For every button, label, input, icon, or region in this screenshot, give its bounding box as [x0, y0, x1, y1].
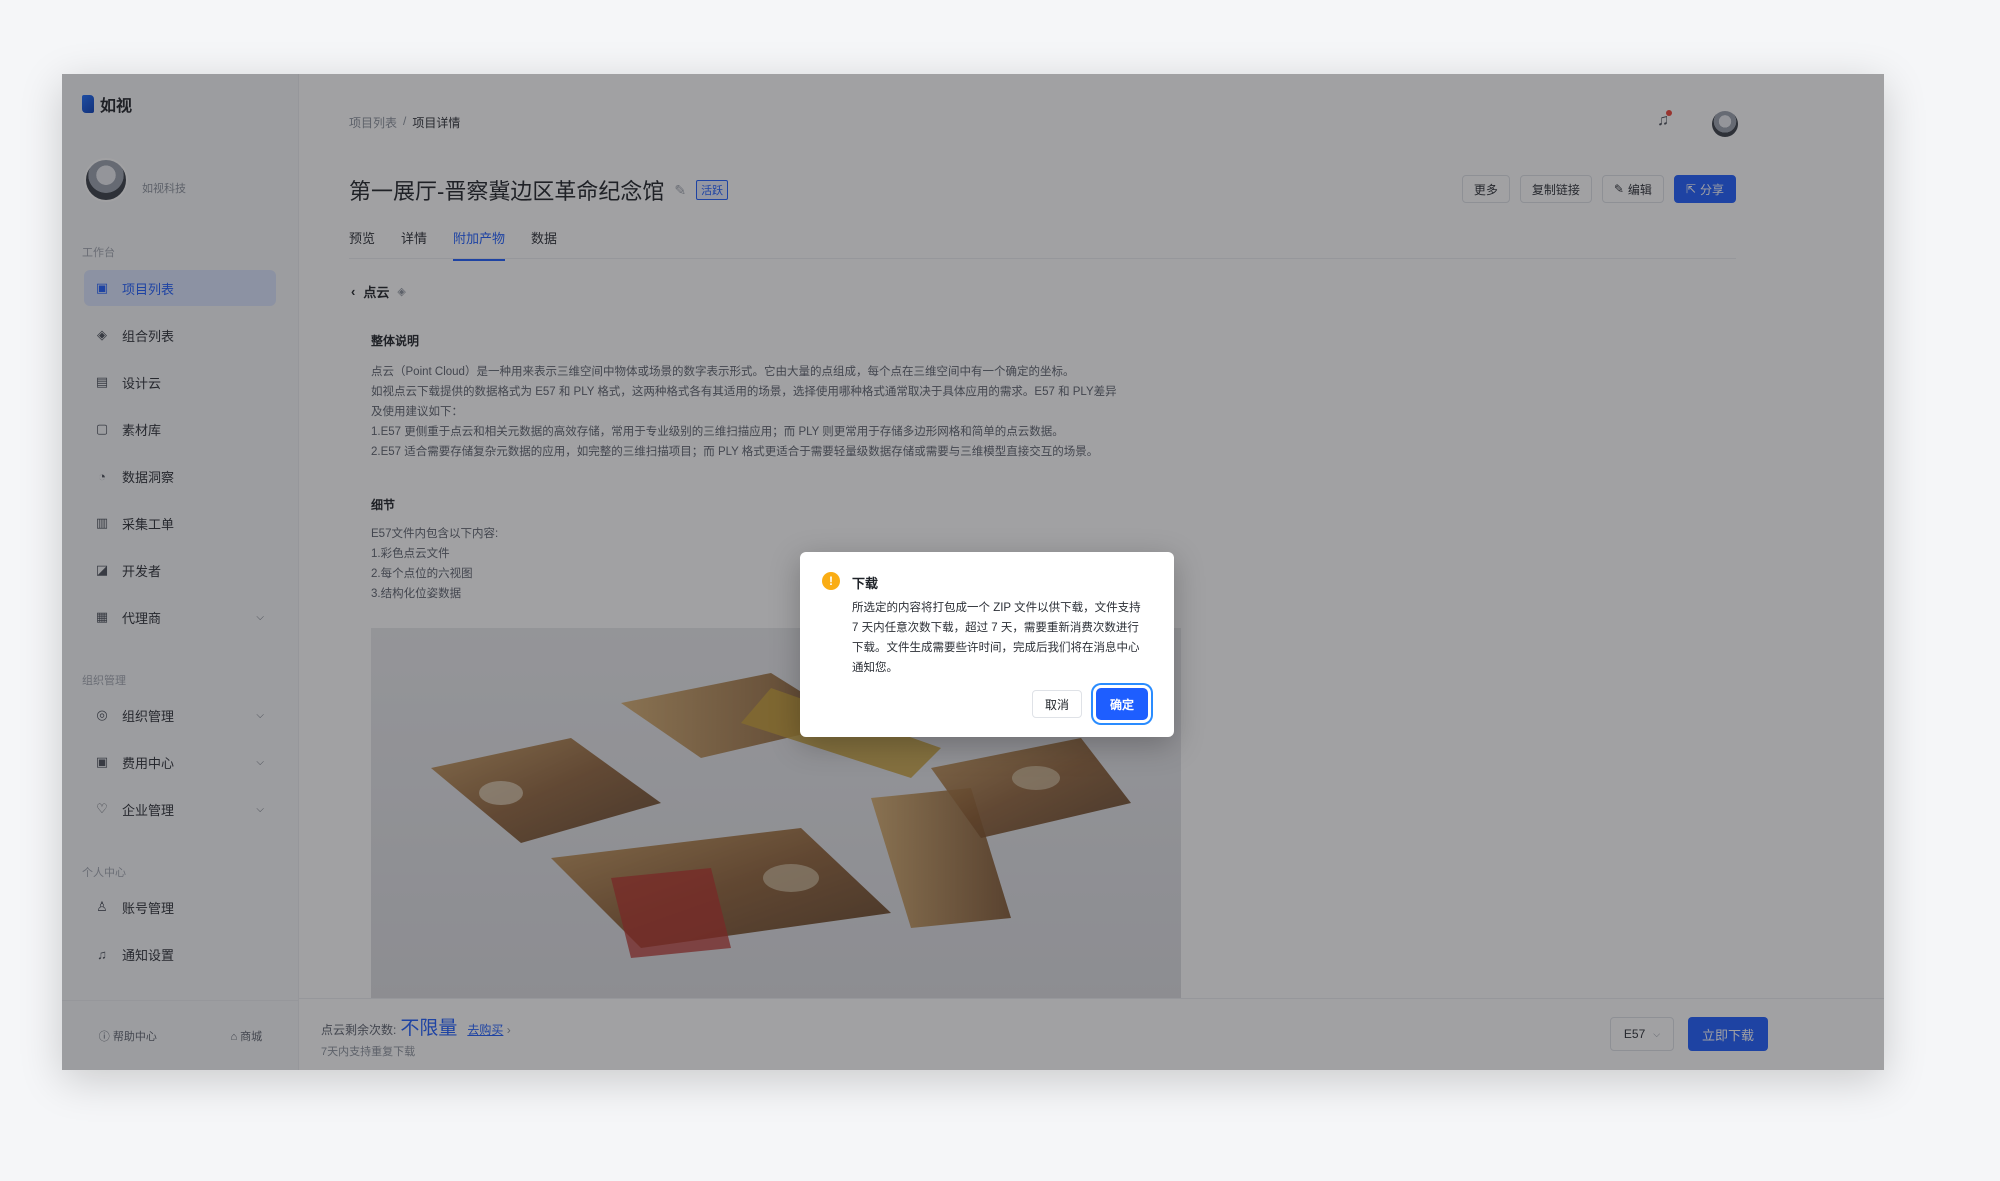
warning-icon: !: [822, 572, 840, 590]
download-confirm-modal: ! 下载 所选定的内容将打包成一个 ZIP 文件以供下载，文件支持 7 天内任意…: [800, 552, 1174, 737]
modal-title: 下载: [852, 576, 879, 591]
app-window: 如视 如视科技 工作台 ▣ 项目列表 ◈ 组合列表 ▤ 设计云 ▢ 素材库 ◔ …: [62, 74, 1884, 1070]
confirm-button[interactable]: 确定: [1096, 688, 1149, 720]
modal-body: 所选定的内容将打包成一个 ZIP 文件以供下载，文件支持 7 天内任意次数下载，…: [852, 602, 1141, 674]
cancel-button[interactable]: 取消: [1032, 690, 1083, 718]
